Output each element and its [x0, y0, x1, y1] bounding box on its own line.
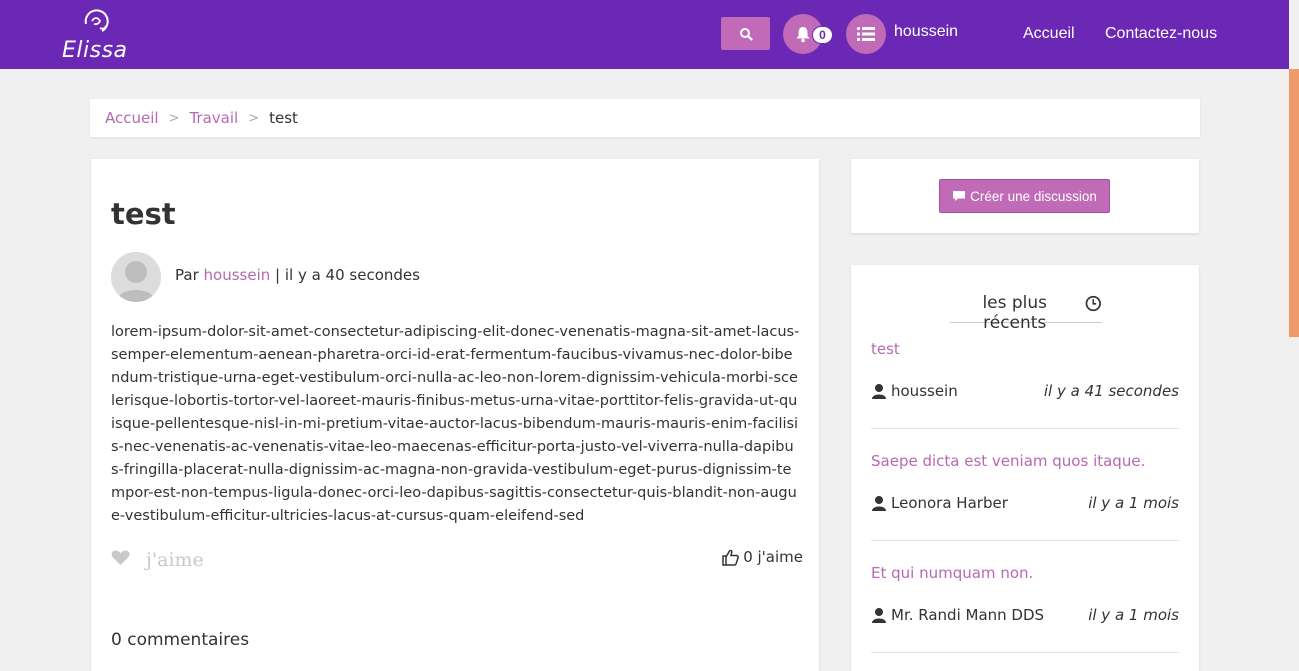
brand-name: Elissa: [62, 38, 128, 63]
divider: [871, 652, 1179, 653]
nav-link-accueil[interactable]: Accueil: [1023, 25, 1075, 43]
divider: [871, 428, 1179, 429]
recent-item-user: Leonora Harber: [871, 494, 1008, 512]
recent-item-username: Mr. Randi Mann DDS: [891, 606, 1045, 624]
recent-heading: les plus récents: [950, 293, 1102, 333]
recent-item-title[interactable]: Saepe dicta est veniam quos itaque.: [871, 452, 1145, 470]
post-body: lorem-ipsum-dolor-sit-amet-consectetur-a…: [111, 324, 800, 524]
breadcrumb-link-accueil[interactable]: Accueil: [105, 109, 159, 127]
recent-item-username: Leonora Harber: [891, 494, 1008, 512]
search-icon: [739, 27, 753, 41]
recent-item-time: il y a 1 mois: [1088, 494, 1179, 512]
recent-item: Et qui numquam non. Mr. Randi Mann DDS i…: [871, 564, 1179, 671]
like-row: j'aime 0 j'aime: [111, 546, 803, 576]
recent-heading-label: les plus récents: [982, 293, 1048, 333]
divider: [871, 540, 1179, 541]
post-time: | il y a 40 secondes: [275, 266, 420, 284]
search-button[interactable]: [721, 17, 770, 50]
like-button[interactable]: j'aime: [146, 549, 204, 571]
post-card: test Par houssein | il y a 40 secondes l…: [91, 159, 819, 671]
comments-count: 0 commentaires: [111, 630, 250, 650]
comment-icon: [953, 191, 966, 201]
list-icon: [857, 27, 875, 41]
recent-item-time: il y a 41 secondes: [1043, 382, 1179, 400]
byline-prefix: Par: [175, 266, 199, 284]
user-avatar-icon: [111, 252, 161, 302]
recent-item-title[interactable]: test: [871, 340, 900, 358]
thumbs-up-icon: [722, 549, 740, 566]
recent-discussions-card: les plus récents test houssein il y a 41…: [851, 265, 1199, 671]
bell-icon: [796, 27, 810, 43]
breadcrumb-link-travail[interactable]: Travail: [189, 109, 238, 127]
user-icon: [872, 496, 886, 511]
create-discussion-card: Créer une discussion: [851, 159, 1199, 233]
recent-item-user: houssein: [871, 382, 958, 400]
brand-logo[interactable]: Elissa: [62, 4, 132, 64]
like-count: 0 j'aime: [722, 548, 803, 566]
recent-item-time: il y a 1 mois: [1088, 606, 1179, 624]
breadcrumb: Accueil > Travail > test: [90, 99, 1200, 137]
post-title: test: [111, 197, 176, 231]
recent-item-title[interactable]: Et qui numquam non.: [871, 564, 1033, 582]
user-menu-button[interactable]: [846, 14, 886, 54]
user-icon: [872, 384, 886, 399]
recent-item: Saepe dicta est veniam quos itaque. Leon…: [871, 452, 1179, 564]
recent-item-username: houssein: [891, 382, 958, 400]
username-label[interactable]: houssein: [894, 23, 958, 41]
user-icon: [872, 608, 886, 623]
page-scrollbar-thumb[interactable]: [1289, 69, 1299, 337]
breadcrumb-separator: >: [248, 110, 260, 126]
like-count-label: 0 j'aime: [743, 548, 803, 566]
author-link[interactable]: houssein: [204, 266, 271, 284]
create-discussion-button[interactable]: Créer une discussion: [939, 179, 1110, 213]
recent-item: test houssein il y a 41 secondes: [871, 340, 1179, 452]
post-byline: Par houssein | il y a 40 secondes: [175, 266, 420, 284]
breadcrumb-separator: >: [168, 110, 180, 126]
clock-icon: [1086, 295, 1102, 312]
recent-item-user: Mr. Randi Mann DDS: [871, 606, 1044, 624]
author-avatar[interactable]: [111, 252, 161, 302]
create-discussion-label: Créer une discussion: [970, 188, 1097, 204]
nav-link-contact[interactable]: Contactez-nous: [1105, 25, 1217, 43]
logo-icon: [84, 9, 109, 32]
notification-count-badge: 0: [812, 26, 833, 44]
top-navbar: Elissa 0 houssein Accueil Contactez-nous: [0, 0, 1289, 69]
heart-icon[interactable]: [111, 549, 130, 571]
breadcrumb-current: test: [269, 109, 298, 127]
